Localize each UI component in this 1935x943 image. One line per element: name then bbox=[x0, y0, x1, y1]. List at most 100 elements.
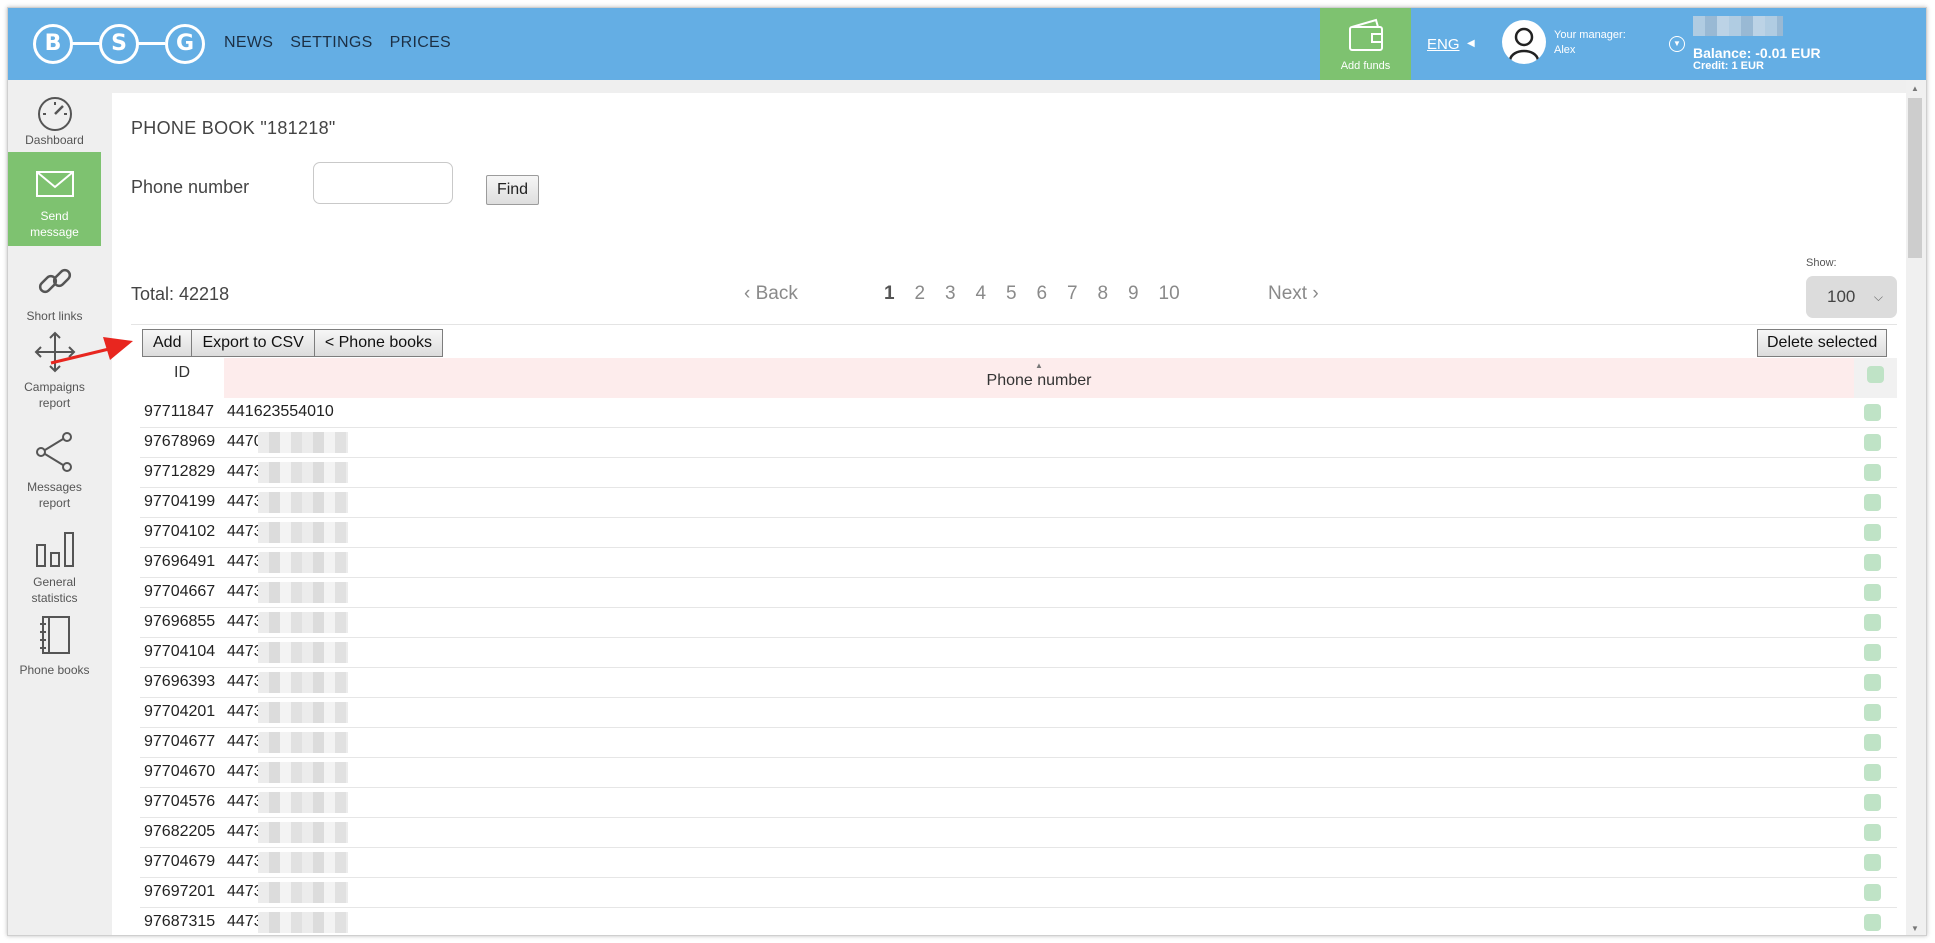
pager-pages: 1 2 3 4 5 6 7 8 9 10 bbox=[884, 283, 1189, 305]
balance: Balance: -0.01 EUR bbox=[1693, 45, 1821, 61]
table-toolbar: Add Export to CSV < Phone books bbox=[142, 329, 444, 357]
back-to-phone-books-button[interactable]: < Phone books bbox=[313, 329, 444, 357]
table-row[interactable]: 97704576 4473 bbox=[140, 788, 1897, 818]
row-select-checkbox[interactable] bbox=[1864, 554, 1881, 571]
table-row[interactable]: 97696393 4473 bbox=[140, 668, 1897, 698]
chevron-down-icon: ⌵ bbox=[1873, 290, 1883, 304]
row-select-checkbox[interactable] bbox=[1864, 614, 1881, 631]
row-select-checkbox[interactable] bbox=[1864, 464, 1881, 481]
pager-page[interactable]: 4 bbox=[976, 283, 1007, 305]
sidebar-item-messages-report[interactable]: Messages report bbox=[8, 430, 101, 529]
row-select-checkbox[interactable] bbox=[1864, 884, 1881, 901]
row-select-checkbox[interactable] bbox=[1864, 914, 1881, 931]
pager-page[interactable]: 9 bbox=[1128, 283, 1159, 305]
row-select-checkbox[interactable] bbox=[1864, 704, 1881, 721]
pager-page[interactable]: 3 bbox=[945, 283, 976, 305]
table-row[interactable]: 97712829 4473 bbox=[140, 458, 1897, 488]
sidebar-item-general-statistics[interactable]: General statistics bbox=[8, 529, 101, 614]
export-csv-button[interactable]: Export to CSV bbox=[191, 329, 315, 357]
table-row[interactable]: 97696491 4473 bbox=[140, 548, 1897, 578]
row-select-checkbox[interactable] bbox=[1864, 584, 1881, 601]
column-header-id[interactable]: ID bbox=[140, 358, 224, 398]
table-row[interactable]: 97704199 4473 bbox=[140, 488, 1897, 518]
table-row[interactable]: 97704679 4473 bbox=[140, 848, 1897, 878]
row-select-checkbox[interactable] bbox=[1864, 734, 1881, 751]
caret-left-icon[interactable]: ◀ bbox=[1467, 38, 1475, 49]
row-select-checkbox[interactable] bbox=[1864, 674, 1881, 691]
sidebar: Dashboard Send message Short links Campa… bbox=[8, 80, 101, 935]
pager-page[interactable]: 5 bbox=[1006, 283, 1037, 305]
table-row[interactable]: 97704104 4473 bbox=[140, 638, 1897, 668]
avatar[interactable] bbox=[1502, 20, 1546, 64]
add-funds-button[interactable]: Add funds bbox=[1320, 8, 1411, 80]
page-size-select[interactable]: 100 ⌵ bbox=[1806, 276, 1897, 318]
table-row[interactable]: 97696855 4473 bbox=[140, 608, 1897, 638]
nav-prices[interactable]: PRICES bbox=[390, 34, 451, 52]
scrollbar-thumb[interactable] bbox=[1908, 98, 1922, 258]
scroll-up-icon[interactable]: ▲ bbox=[1911, 84, 1919, 93]
phone-redacted bbox=[258, 912, 348, 933]
table-row[interactable]: 97697201 4473 bbox=[140, 878, 1897, 908]
table-row[interactable]: 97678969 4470 bbox=[140, 428, 1897, 458]
row-id: 97712829 bbox=[144, 463, 216, 480]
table-row[interactable]: 97711847 441623554010 bbox=[140, 398, 1897, 428]
page-size-value: 100 bbox=[1827, 287, 1856, 306]
row-id: 97711847 bbox=[144, 403, 214, 420]
phone-redacted bbox=[258, 852, 348, 873]
pager-next[interactable]: Next › bbox=[1268, 283, 1319, 305]
phone-redacted bbox=[258, 882, 348, 903]
table-row[interactable]: 97704677 4473 bbox=[140, 728, 1897, 758]
row-select-checkbox[interactable] bbox=[1864, 794, 1881, 811]
find-button[interactable]: Find bbox=[486, 175, 539, 205]
scrollbar[interactable]: ▲ ▼ bbox=[1906, 80, 1926, 935]
table-row[interactable]: 97687315 4473 bbox=[140, 908, 1897, 935]
table-row[interactable]: 97704667 4473 bbox=[140, 578, 1897, 608]
sidebar-item-dashboard[interactable]: Dashboard bbox=[8, 80, 101, 152]
row-select-checkbox[interactable] bbox=[1864, 764, 1881, 781]
table-row[interactable]: 97682205 4473 bbox=[140, 818, 1897, 848]
sidebar-item-label: Messages report bbox=[27, 480, 82, 510]
column-header-phone-label: Phone number bbox=[986, 372, 1092, 389]
row-select-checkbox[interactable] bbox=[1864, 434, 1881, 451]
row-id: 97704677 bbox=[144, 733, 216, 750]
sort-asc-icon: ▲ bbox=[1035, 361, 1043, 370]
row-select-checkbox[interactable] bbox=[1864, 404, 1881, 421]
row-select-checkbox[interactable] bbox=[1864, 644, 1881, 661]
language-selector[interactable]: ENG bbox=[1427, 36, 1460, 53]
pager-page[interactable]: 10 bbox=[1159, 283, 1190, 305]
phone-redacted bbox=[258, 612, 348, 633]
sidebar-item-short-links[interactable]: Short links bbox=[8, 246, 101, 330]
chevron-down-icon[interactable]: ▼ bbox=[1669, 36, 1685, 52]
sidebar-item-phone-books[interactable]: Phone books bbox=[8, 614, 101, 694]
row-select-checkbox[interactable] bbox=[1864, 824, 1881, 841]
notebook-icon bbox=[39, 616, 70, 654]
scroll-down-icon[interactable]: ▼ bbox=[1911, 924, 1919, 933]
sidebar-item-label: Dashboard bbox=[25, 133, 84, 147]
sidebar-item-send-message[interactable]: Send message bbox=[8, 152, 101, 246]
pager-page[interactable]: 8 bbox=[1098, 283, 1129, 305]
row-select-checkbox[interactable] bbox=[1864, 524, 1881, 541]
table-row[interactable]: 97704102 4473 bbox=[140, 518, 1897, 548]
add-button[interactable]: Add bbox=[142, 329, 193, 357]
row-select-checkbox[interactable] bbox=[1864, 854, 1881, 871]
logo[interactable]: B S G bbox=[33, 24, 205, 64]
pager-page[interactable]: 1 bbox=[884, 283, 915, 305]
table-row[interactable]: 97704670 4473 bbox=[140, 758, 1897, 788]
nav-news[interactable]: NEWS bbox=[224, 34, 273, 52]
table-row[interactable]: 97704201 4473 bbox=[140, 698, 1897, 728]
manager-name: Alex bbox=[1554, 44, 1576, 56]
pager-page[interactable]: 7 bbox=[1067, 283, 1098, 305]
logo-letter-g: G bbox=[165, 24, 205, 64]
pager-back[interactable]: ‹ Back bbox=[744, 283, 798, 305]
phone-number-search-input[interactable] bbox=[313, 162, 453, 204]
delete-selected-button[interactable]: Delete selected bbox=[1757, 329, 1888, 357]
column-header-phone[interactable]: ▲ Phone number bbox=[224, 358, 1854, 398]
logo-connector bbox=[71, 42, 99, 45]
column-header-select[interactable] bbox=[1854, 358, 1897, 398]
pager-page[interactable]: 6 bbox=[1037, 283, 1068, 305]
nav-settings[interactable]: SETTINGS bbox=[290, 34, 372, 52]
row-select-checkbox[interactable] bbox=[1864, 494, 1881, 511]
sidebar-item-label: Send message bbox=[30, 209, 79, 239]
pager-page[interactable]: 2 bbox=[915, 283, 946, 305]
select-all-checkbox[interactable] bbox=[1867, 366, 1884, 383]
